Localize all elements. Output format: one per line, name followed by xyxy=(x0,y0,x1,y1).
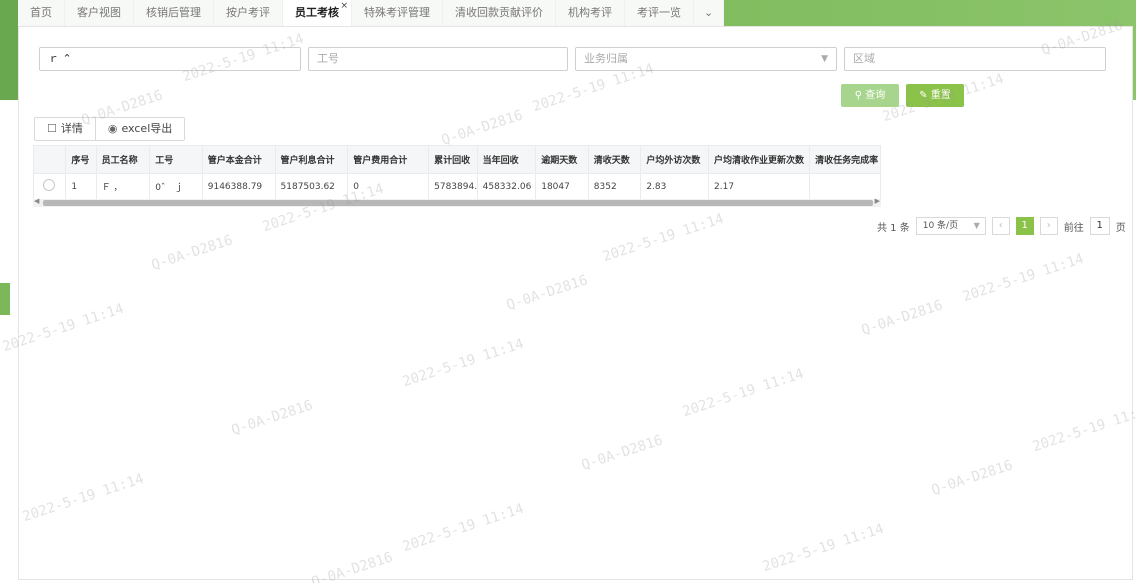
pencil-icon: ✎ xyxy=(919,90,928,101)
employee-name-input[interactable]: ｒ ⌃ xyxy=(39,47,301,71)
tab-account-evaluation[interactable]: 按户考评 xyxy=(214,0,283,26)
document-icon: ☐ xyxy=(47,122,57,135)
table-row[interactable]: 1 Ｆ ， 0ˆ ｊ 9146388.79 5187503.62 0 57838… xyxy=(32,173,881,200)
chevron-down-icon[interactable]: ⌄ xyxy=(694,0,725,26)
table-cell: 9146388.79 xyxy=(201,173,276,200)
scroll-left-icon[interactable]: ◀ xyxy=(34,197,39,205)
scroll-right-icon[interactable]: ▶ xyxy=(875,197,880,205)
radio-button[interactable] xyxy=(43,179,55,191)
export-button[interactable]: ◉ excel导出 xyxy=(96,118,184,140)
search-icon: ⚲ xyxy=(854,90,863,101)
horizontal-scrollbar[interactable]: ◀ ▶ xyxy=(33,197,881,207)
header-index[interactable]: 序号 xyxy=(65,145,97,174)
table-cell: 0ˆ ｊ xyxy=(149,173,203,200)
header-year-recovery[interactable]: 当年回收 xyxy=(476,145,537,174)
header-principal-total[interactable]: 管户本金合计 xyxy=(201,145,276,174)
table-cell: 18047 xyxy=(535,173,589,200)
chevron-down-icon: ▼ xyxy=(821,54,828,64)
table-cell: 5187503.62 xyxy=(274,173,349,200)
tab-home[interactable]: 首页 xyxy=(18,0,65,26)
header-overdue-days[interactable]: 逾期天数 xyxy=(535,145,589,174)
region-input[interactable]: 区域 xyxy=(844,47,1106,71)
table-header-row: 序号 员工名称 工号 管户本金合计 管户利息合计 管户费用合计 累计回收 当年回… xyxy=(32,145,881,174)
tab-writeoff-management[interactable]: 核销后管理 xyxy=(134,0,214,26)
header-avg-visits[interactable]: 户均外访次数 xyxy=(640,145,710,174)
page-suffix: 页 xyxy=(1115,222,1126,234)
table-cell: 458332.06 xyxy=(476,173,537,200)
reset-button-label: 重置 xyxy=(930,90,951,101)
goto-label: 前往 xyxy=(1063,222,1084,234)
total-count: 共 1 条 xyxy=(877,222,910,234)
main-panel: ｒ ⌃ 工号 业务归属 ▼ 区域 ⚲ 查询 ✎ 重置 ☐ 详情 ◉ excel导出 xyxy=(18,26,1133,580)
page-size-value: 10 条/页 xyxy=(922,221,959,231)
close-icon[interactable]: × xyxy=(340,0,348,19)
tab-evaluation-overview[interactable]: 考评一览 xyxy=(625,0,694,26)
row-select[interactable] xyxy=(32,173,67,200)
prev-page-button[interactable]: ‹ xyxy=(991,217,1010,235)
tab-bar: 首页 客户视图 核销后管理 按户考评 员工考核 × 特殊考评管理 清收回款贡献评… xyxy=(18,0,725,26)
employee-number-input[interactable]: 工号 xyxy=(308,47,568,71)
table-cell: 2.83 xyxy=(640,173,710,200)
search-form: ｒ ⌃ 工号 业务归属 ▼ 区域 xyxy=(39,47,1106,71)
tab-org-evaluation[interactable]: 机构考评 xyxy=(556,0,625,26)
detail-button[interactable]: ☐ 详情 xyxy=(35,118,96,140)
side-tab-edge xyxy=(0,283,10,315)
detail-button-label: 详情 xyxy=(60,122,83,135)
tab-customer-view[interactable]: 客户视图 xyxy=(65,0,134,26)
eye-icon: ◉ xyxy=(107,122,118,135)
tab-label: 员工考核 xyxy=(295,6,339,19)
toolbar: ☐ 详情 ◉ excel导出 xyxy=(34,117,186,141)
chevron-down-icon: ▼ xyxy=(973,221,980,230)
tab-special-evaluation[interactable]: 特殊考评管理 xyxy=(352,0,443,26)
pagination: 共 1 条 10 条/页 ▼ ‹ 1 › 前往 1 页 xyxy=(877,217,1126,235)
header-avg-updates[interactable]: 户均清收作业更新次数 xyxy=(708,145,811,174)
header-fee-total[interactable]: 管户费用合计 xyxy=(347,145,430,174)
business-select[interactable]: 业务归属 ▼ xyxy=(575,47,837,71)
query-button-label: 查询 xyxy=(865,90,886,101)
table-cell: Ｆ ， xyxy=(95,173,151,200)
table-cell xyxy=(809,173,881,200)
reset-button[interactable]: ✎ 重置 xyxy=(906,84,964,107)
header-completion-rate[interactable]: 清收任务完成率 xyxy=(809,145,881,174)
header-employee-number[interactable]: 工号 xyxy=(149,145,203,174)
header-cumulative-recovery[interactable]: 累计回收 xyxy=(428,145,478,174)
current-page[interactable]: 1 xyxy=(1015,217,1034,235)
tab-collection-contribution[interactable]: 清收回款贡献评价 xyxy=(443,0,556,26)
query-button[interactable]: ⚲ 查询 xyxy=(841,84,899,107)
header-collection-days[interactable]: 清收天数 xyxy=(587,145,642,174)
business-select-placeholder: 业务归属 xyxy=(584,52,628,65)
table-cell: 8352 xyxy=(587,173,642,200)
next-page-button[interactable]: › xyxy=(1039,217,1058,235)
employee-table: 序号 员工名称 工号 管户本金合计 管户利息合计 管户费用合计 累计回收 当年回… xyxy=(32,145,881,200)
scrollbar-thumb[interactable] xyxy=(43,200,873,206)
goto-page-input[interactable]: 1 xyxy=(1089,217,1110,235)
tab-employee-assessment[interactable]: 员工考核 × xyxy=(283,0,352,26)
export-button-label: excel导出 xyxy=(121,122,173,135)
header-interest-total[interactable]: 管户利息合计 xyxy=(274,145,349,174)
table-cell: 1 xyxy=(65,173,97,200)
page-size-select[interactable]: 10 条/页 ▼ xyxy=(915,217,986,235)
table-cell: 5783894.89 xyxy=(428,173,478,200)
table-cell: 2.17 xyxy=(708,173,811,200)
header-select xyxy=(32,145,67,174)
table-cell: 0 xyxy=(347,173,430,200)
header-employee-name[interactable]: 员工名称 xyxy=(95,145,151,174)
